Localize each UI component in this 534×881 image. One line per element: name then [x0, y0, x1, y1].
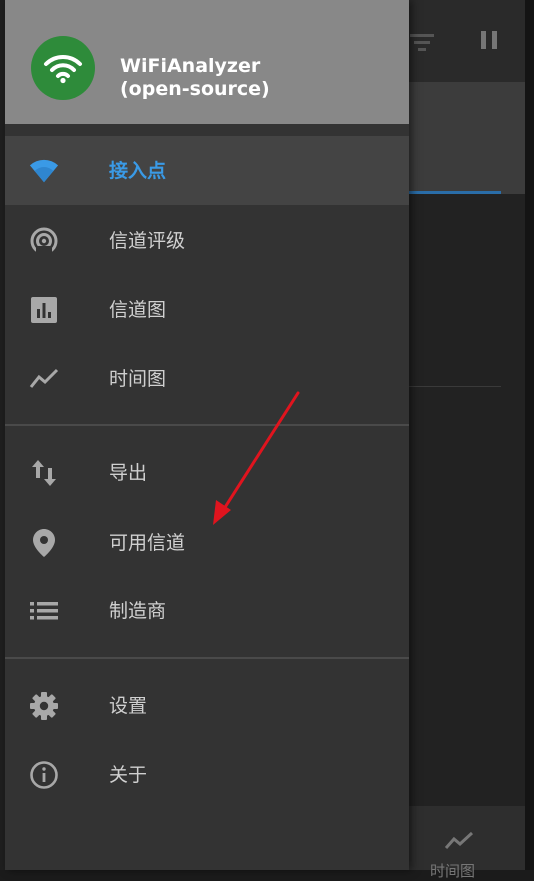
line-chart-icon [29, 364, 59, 394]
signal-rating-icon [29, 226, 59, 256]
menu-item-label: 时间图 [109, 368, 167, 390]
export-arrows-icon [29, 458, 59, 488]
menu-item-label: 设置 [109, 695, 148, 717]
background-edge [525, 0, 534, 870]
list-icon [29, 596, 59, 626]
wifi-icon [44, 54, 82, 84]
background-divider [409, 386, 501, 387]
filter-icon[interactable] [408, 30, 436, 54]
menu-item-label: 可用信道 [109, 532, 186, 554]
pause-icon[interactable] [478, 28, 500, 52]
menu-item-available-channels[interactable]: 可用信道 [5, 508, 409, 577]
menu-item-channel-rating[interactable]: 信道评级 [5, 206, 409, 275]
menu-divider [5, 657, 409, 659]
menu-item-export[interactable]: 导出 [5, 438, 409, 507]
gear-icon [29, 691, 59, 721]
menu-item-label: 信道图 [109, 299, 167, 321]
menu-item-settings[interactable]: 设置 [5, 671, 409, 740]
menu-item-time-graph[interactable]: 时间图 [5, 344, 409, 413]
app-logo [31, 36, 95, 100]
line-chart-icon [444, 831, 474, 849]
app-title: WiFiAnalyzer (open-source) [120, 55, 390, 101]
navigation-drawer: WiFiAnalyzer (open-source) 接入点 信道评级 信道图 … [5, 0, 409, 870]
info-icon [29, 760, 59, 790]
menu-item-label: 接入点 [109, 160, 167, 182]
menu-item-label: 关于 [109, 764, 148, 786]
menu-item-vendors[interactable]: 制造商 [5, 576, 409, 645]
bottom-tab-time-graph-label[interactable]: 时间图 [430, 860, 475, 881]
app-title-subtitle: (open-source) [120, 78, 270, 100]
menu-item-label: 信道评级 [109, 230, 186, 252]
location-pin-icon [29, 528, 59, 558]
menu-divider [5, 424, 409, 426]
menu-item-about[interactable]: 关于 [5, 740, 409, 809]
menu-item-access-points[interactable]: 接入点 [5, 136, 409, 205]
wifi-icon [29, 156, 59, 186]
menu-item-channel-graph[interactable]: 信道图 [5, 275, 409, 344]
menu-item-label: 制造商 [109, 600, 167, 622]
app-title-name: WiFiAnalyzer [120, 55, 261, 77]
bar-chart-icon [29, 295, 59, 325]
drawer-header: WiFiAnalyzer (open-source) [5, 0, 409, 124]
menu-item-label: 导出 [109, 462, 148, 484]
